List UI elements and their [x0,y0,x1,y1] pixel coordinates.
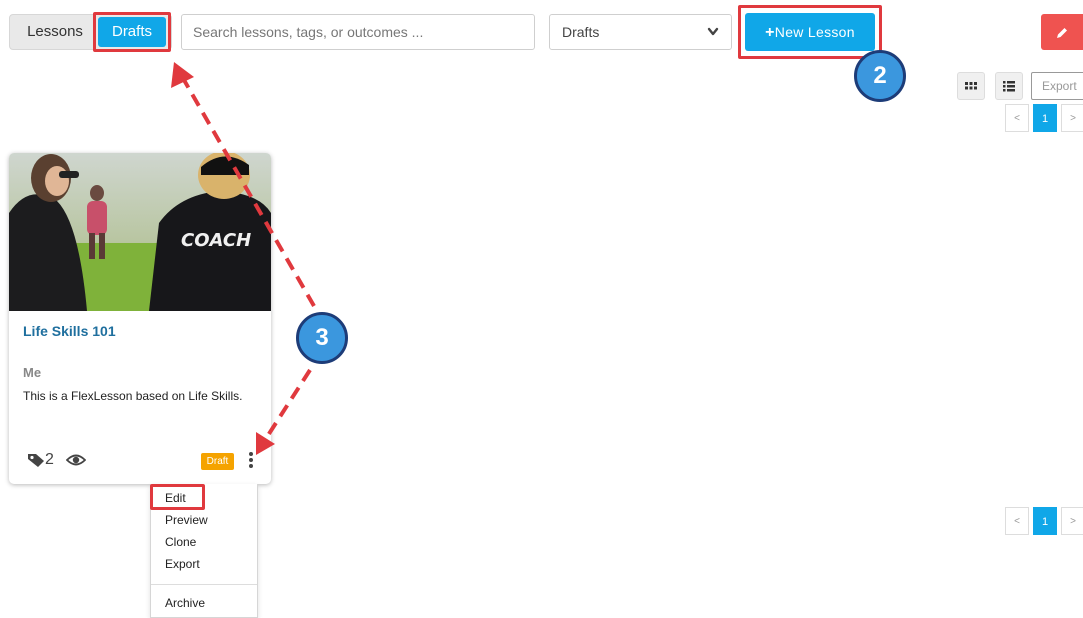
tag-count: 2 [45,451,54,468]
pagination-prev[interactable]: < [1005,104,1029,132]
plus-icon: + [765,24,775,41]
menu-item-archive[interactable]: Archive [165,596,205,610]
tag-icon [28,454,44,467]
callout-step-3: 3 [296,312,348,364]
arrow-to-kebab-menu [263,368,312,442]
grid-view-button[interactable] [957,72,985,100]
pagination-page[interactable]: 1 [1033,507,1057,535]
pagination-prev[interactable]: < [1005,507,1029,535]
arrow-head-drafts [171,62,194,88]
new-lesson-label: New Lesson [774,24,855,40]
pagination-next[interactable]: > [1061,507,1083,535]
lesson-description: This is a FlexLesson based on Life Skill… [23,389,243,403]
pagination-top: < 1 > [1005,104,1083,132]
cover-image-lettering: COACH [181,230,251,251]
pagination-page[interactable]: 1 [1033,104,1057,132]
chevron-down-icon [707,15,719,62]
callout-step-2: 2 [854,50,906,102]
pencil-icon [1055,24,1069,40]
menu-divider [151,584,257,585]
menu-item-preview[interactable]: Preview [165,513,208,527]
lesson-cover-image: COACH [9,153,271,311]
list-view-icon [1003,81,1015,92]
grid-view-icon [965,82,977,90]
tab-lessons[interactable]: Lessons [16,14,94,50]
menu-item-edit[interactable]: Edit [165,491,186,505]
menu-item-export[interactable]: Export [165,557,200,571]
list-view-button[interactable] [995,72,1023,100]
tab-drafts[interactable]: Drafts [98,17,166,47]
pagination-next[interactable]: > [1061,104,1083,132]
search-input[interactable] [181,14,535,50]
lesson-title-link[interactable]: Life Skills 101 [23,323,116,339]
card-context-menu: Edit Preview Clone Export Archive [150,484,258,618]
eye-icon[interactable] [66,453,86,467]
pagination-bottom: < 1 > [1005,507,1083,535]
export-field[interactable]: Export [1031,72,1083,100]
lesson-card[interactable]: COACH Life Skills 101 Me This is a FlexL… [9,153,271,484]
kebab-menu-icon[interactable] [246,451,256,471]
filter-select[interactable]: Drafts [549,14,732,50]
lesson-author: Me [23,365,42,380]
edit-mode-button[interactable] [1041,14,1083,50]
menu-item-clone[interactable]: Clone [165,535,196,549]
filter-select-value: Drafts [562,24,600,40]
new-lesson-button[interactable]: +New Lesson [745,13,875,51]
status-badge: Draft [201,453,234,470]
